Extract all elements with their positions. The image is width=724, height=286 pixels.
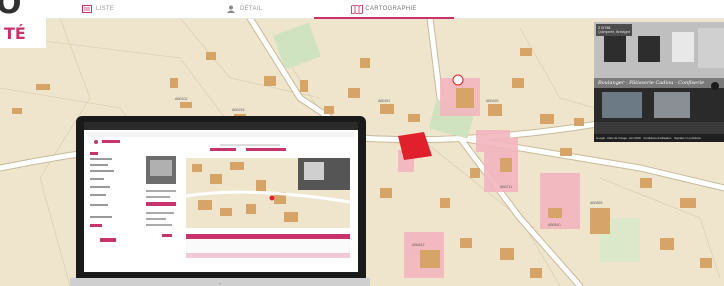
street-view-panel[interactable]: 2 D781 Quimperlé, Bretagne Boulanger - P…: [594, 22, 724, 142]
brand-logo: O TÉ: [0, 0, 46, 48]
laptop-mockup: ⌄: [70, 116, 370, 286]
street-view-footer: Google · Date de l'image : juin 2019 Con…: [594, 134, 724, 142]
svg-text:AB0825: AB0825: [590, 201, 603, 205]
brand-logo-suffix: TÉ: [4, 24, 26, 43]
tab-liste-label: LISTE: [96, 5, 115, 12]
svg-text:AB0510: AB0510: [548, 223, 561, 227]
map-icon: [351, 3, 364, 15]
street-view-address: 2 D781 Quimperlé, Bretagne: [596, 24, 633, 36]
svg-text:AB0420: AB0420: [486, 99, 499, 103]
tab-liste[interactable]: LISTE: [82, 0, 114, 17]
tab-bar: LISTE DÉTAIL CARTOGRAPHIE: [0, 0, 724, 19]
terms-link[interactable]: Conditions d'utilisation: [644, 136, 672, 140]
tab-cartographie[interactable]: CARTOGRAPHIE: [314, 0, 454, 19]
tab-cartographie-label: CARTOGRAPHIE: [365, 5, 417, 12]
svg-text:AB0102: AB0102: [175, 97, 188, 101]
report-problem-link[interactable]: Signaler un problème: [674, 136, 701, 140]
list-icon: [82, 4, 92, 13]
brand-logo-letter: O: [0, 0, 22, 21]
street-view-address-line2: Quimperlé, Bretagne: [598, 30, 631, 34]
tab-detail-label: DÉTAIL: [240, 5, 263, 12]
shop-sign: Boulanger - Pâtisserie Cadiou - Confiser…: [598, 80, 705, 86]
tab-detail[interactable]: DÉTAIL: [226, 0, 262, 17]
user-icon: [226, 5, 236, 13]
street-view-credit: Google · Date de l'image : juin 2019: [596, 136, 641, 140]
svg-text:AB0311: AB0311: [378, 99, 390, 103]
svg-text:⌄: ⌄: [218, 280, 221, 285]
svg-text:AB0612: AB0612: [412, 243, 425, 247]
svg-text:AB0711: AB0711: [500, 185, 512, 189]
